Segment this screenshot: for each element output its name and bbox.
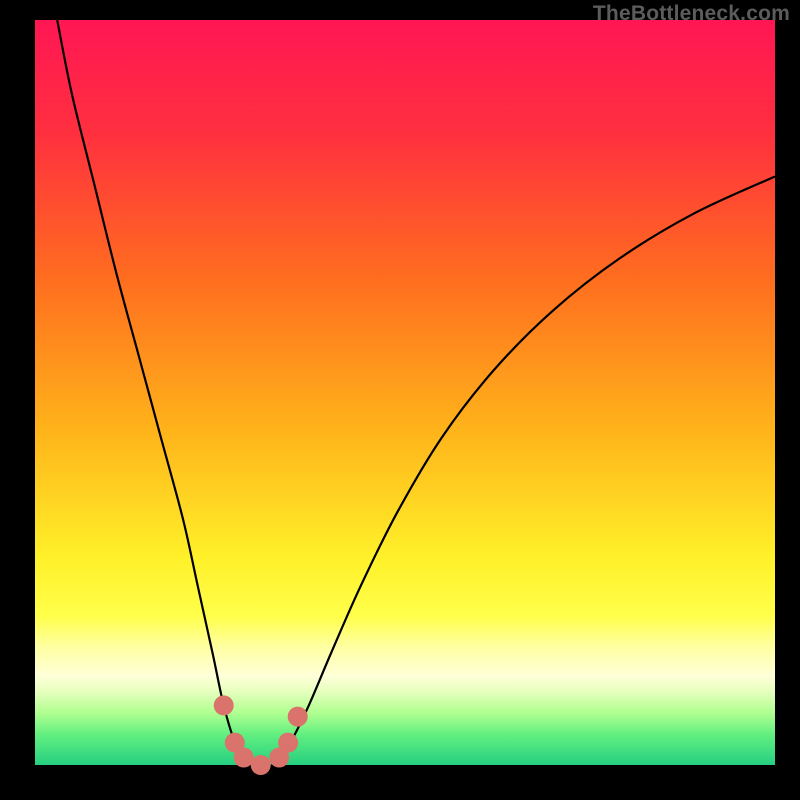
curve-left xyxy=(57,20,249,765)
data-marker xyxy=(214,695,234,715)
curve-right xyxy=(272,176,775,765)
marker-group xyxy=(214,695,308,775)
data-marker xyxy=(251,755,271,775)
data-marker xyxy=(234,748,254,768)
data-marker xyxy=(278,733,298,753)
data-marker xyxy=(288,707,308,727)
chart-frame: TheBottleneck.com xyxy=(0,0,800,800)
plot-area xyxy=(35,20,775,765)
curve-layer xyxy=(35,20,775,765)
